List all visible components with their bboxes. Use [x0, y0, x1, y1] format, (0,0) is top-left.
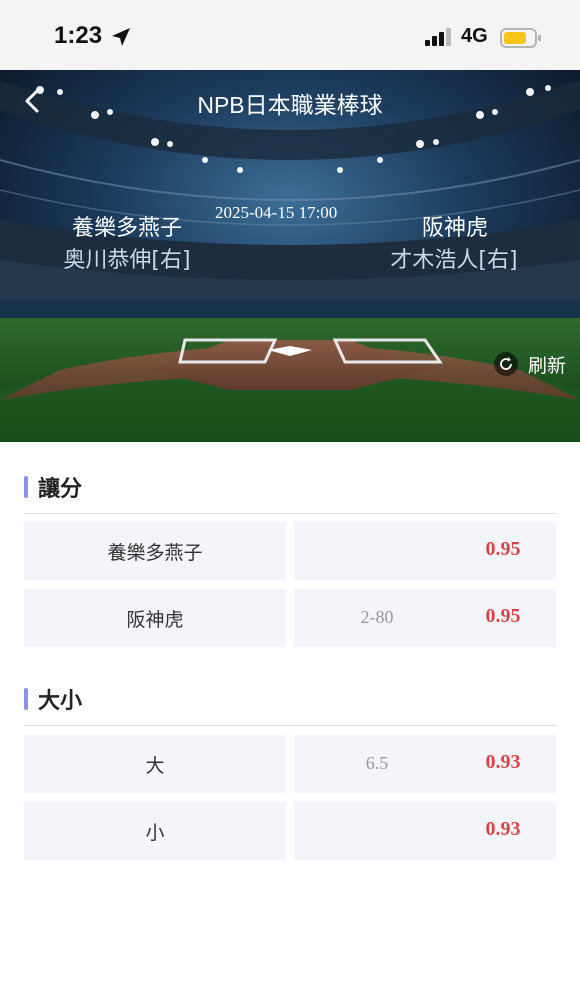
- section-accent-bar: [24, 476, 28, 498]
- handicap-odds-cell[interactable]: 2-80 0.95: [294, 589, 556, 647]
- section-accent-bar: [24, 688, 28, 710]
- signal-bars-icon: [425, 28, 451, 46]
- total-section-title: 大小: [24, 684, 82, 714]
- status-time: 1:23: [54, 22, 103, 49]
- home-team-name: 養樂多燕子: [71, 216, 182, 241]
- total-odds: 0.93: [485, 751, 521, 773]
- match-header: NPB日本職業棒球 2025-04-15 17:00 養樂多燕子 奥川恭伸[右]…: [0, 70, 580, 442]
- battery-icon: [500, 28, 541, 48]
- handicap-odds: 0.95: [485, 605, 521, 627]
- handicap-line: 2-80: [360, 607, 394, 627]
- handicap-title: 讓分: [38, 477, 83, 502]
- refresh-label: 刷新: [528, 354, 567, 377]
- total-odds: 0.93: [485, 818, 521, 840]
- divider: [24, 513, 556, 514]
- total-line: 6.5: [365, 753, 389, 773]
- handicap-odds-cell[interactable]: 0.95: [294, 522, 556, 580]
- handicap-team-cell[interactable]: 阪神虎: [24, 589, 286, 647]
- total-side-cell[interactable]: 大: [24, 735, 286, 793]
- total-title: 大小: [38, 689, 83, 714]
- refresh-icon: [494, 352, 518, 376]
- refresh-button[interactable]: 刷新: [494, 351, 566, 377]
- total-odds-cell[interactable]: 6.5 0.93: [294, 735, 556, 793]
- total-side-cell[interactable]: 小: [24, 802, 286, 860]
- match-datetime: 2025-04-15 17:00: [215, 203, 338, 222]
- handicap-odds: 0.95: [485, 538, 521, 560]
- status-bar: 1:23 4G: [0, 0, 580, 70]
- home-pitcher: 奥川恭伸[右]: [63, 248, 191, 273]
- network-type: 4G: [461, 25, 488, 47]
- handicap-section-title: 讓分: [24, 472, 82, 502]
- total-odds-cell[interactable]: 0.93: [294, 802, 556, 860]
- away-pitcher: 才木浩人[右]: [390, 248, 518, 273]
- away-team-name: 阪神虎: [421, 216, 488, 241]
- location-arrow-icon: [112, 28, 130, 46]
- divider: [24, 725, 556, 726]
- page-title: NPB日本職業棒球: [197, 92, 383, 118]
- handicap-team-cell[interactable]: 養樂多燕子: [24, 522, 286, 580]
